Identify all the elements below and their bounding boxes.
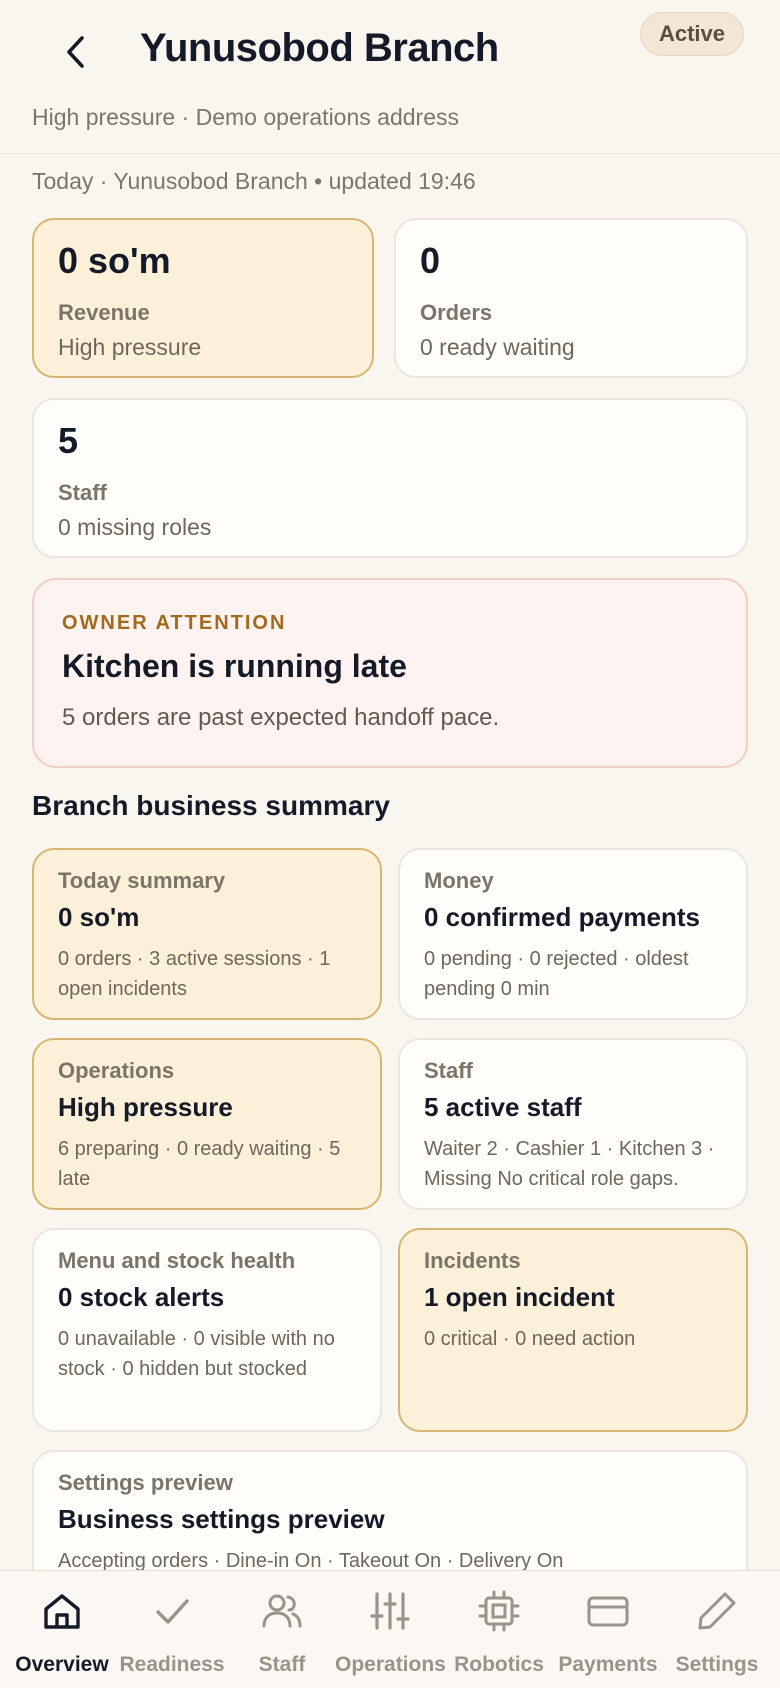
status-badge: Active (640, 12, 744, 56)
revenue-card[interactable]: 0 so'm Revenue High pressure (32, 218, 374, 378)
money-card[interactable]: Money 0 confirmed payments 0 pending · 0… (398, 848, 748, 1020)
attention-kicker: OWNER ATTENTION (62, 612, 287, 634)
summary-card-label: Operations (58, 1058, 175, 1083)
summary-card-label: Money (424, 868, 494, 893)
summary-card-value: 0 so'm (58, 902, 140, 932)
menu-stock-card[interactable]: Menu and stock health 0 stock alerts 0 u… (32, 1228, 382, 1432)
page-title: Yunusobod Branch (140, 26, 499, 70)
today-summary-card[interactable]: Today summary 0 so'm 0 orders · 3 active… (32, 848, 382, 1020)
incidents-card[interactable]: Incidents 1 open incident 0 critical · 0… (398, 1228, 748, 1432)
card-icon (587, 1596, 629, 1627)
bottom-nav: Overview Readiness Staff Operations Robo… (0, 1570, 780, 1688)
summary-card-label: Menu and stock health (58, 1248, 296, 1273)
staff-value: 5 (58, 420, 79, 461)
branch-overview-screen: Yunusobod Branch Active High pressure · … (0, 0, 780, 1688)
owner-attention-card[interactable]: OWNER ATTENTION Kitchen is running late … (32, 578, 748, 768)
attention-title: Kitchen is running late (62, 648, 407, 684)
back-button[interactable] (56, 30, 96, 74)
nav-item-robotics[interactable]: Robotics (444, 1571, 554, 1688)
staff-card[interactable]: 5 Staff 0 missing roles (32, 398, 748, 558)
attention-body: 5 orders are past expected handoff pace. (62, 704, 500, 731)
orders-value: 0 (420, 240, 441, 281)
nav-label: Staff (258, 1653, 306, 1676)
nav-item-payments[interactable]: Payments (553, 1571, 663, 1688)
summary-card-value: 1 open incident (424, 1282, 615, 1312)
summary-card-label: Incidents (424, 1248, 521, 1273)
nav-item-staff[interactable]: Staff (227, 1571, 337, 1688)
summary-card-value: Business settings preview (58, 1504, 385, 1534)
users-icon (262, 1594, 302, 1628)
summary-card-value: 0 stock alerts (58, 1282, 225, 1312)
orders-card[interactable]: 0 Orders 0 ready waiting (394, 218, 748, 378)
revenue-sub: High pressure (58, 334, 202, 360)
summary-card-value: 0 confirmed payments (424, 902, 700, 932)
check-icon (156, 1599, 189, 1624)
summary-card-desc: Waiter 2 · Cashier 1 · Kitchen 3 · Missi… (424, 1138, 715, 1190)
summary-card-value: 5 active staff (424, 1092, 582, 1122)
revenue-value: 0 so'm (58, 240, 171, 281)
chevron-left-icon (67, 36, 84, 68)
section-title: Branch business summary (32, 790, 390, 821)
summary-card-desc: 0 unavailable · 0 visible with no stock … (58, 1328, 335, 1380)
orders-sub: 0 ready waiting (420, 334, 575, 360)
nav-label: Readiness (119, 1653, 225, 1676)
summary-card-label: Staff (424, 1058, 473, 1083)
summary-card-label: Today summary (58, 868, 226, 893)
nav-label: Payments (558, 1653, 658, 1676)
summary-card-value: High pressure (58, 1092, 233, 1122)
summary-card-desc: 0 pending · 0 rejected · oldest pending … (424, 948, 689, 1000)
sliders-icon (370, 1592, 410, 1630)
revenue-label: Revenue (58, 300, 150, 325)
branch-subtitle: High pressure · Demo operations address (32, 104, 459, 130)
summary-card-desc: 6 preparing · 0 ready waiting · 5 late (58, 1138, 341, 1190)
operations-card[interactable]: Operations High pressure 6 preparing · 0… (32, 1038, 382, 1210)
nav-item-settings[interactable]: Settings (662, 1571, 772, 1688)
orders-label: Orders (420, 300, 493, 325)
nav-item-readiness[interactable]: Readiness (117, 1571, 227, 1688)
staff-summary-card[interactable]: Staff 5 active staff Waiter 2 · Cashier … (398, 1038, 748, 1210)
staff-label: Staff (58, 480, 107, 505)
nav-label: Overview (15, 1653, 109, 1676)
nav-label: Operations (335, 1653, 446, 1676)
summary-card-label: Settings preview (58, 1470, 233, 1495)
chip-icon (478, 1590, 520, 1632)
nav-item-overview[interactable]: Overview (7, 1571, 117, 1688)
nav-item-operations[interactable]: Operations (335, 1571, 446, 1688)
nav-label: Robotics (454, 1653, 544, 1676)
nav-label: Settings (675, 1653, 759, 1676)
pencil-icon (698, 1592, 736, 1630)
staff-sub: 0 missing roles (58, 514, 212, 540)
summary-card-desc: 0 orders · 3 active sessions · 1 open in… (58, 948, 331, 1000)
summary-card-desc: 0 critical · 0 need action (424, 1328, 636, 1350)
home-icon (44, 1594, 80, 1629)
header: Yunusobod Branch Active High pressure · … (0, 0, 780, 154)
updated-line: Today · Yunusobod Branch • updated 19:46 (32, 168, 476, 194)
